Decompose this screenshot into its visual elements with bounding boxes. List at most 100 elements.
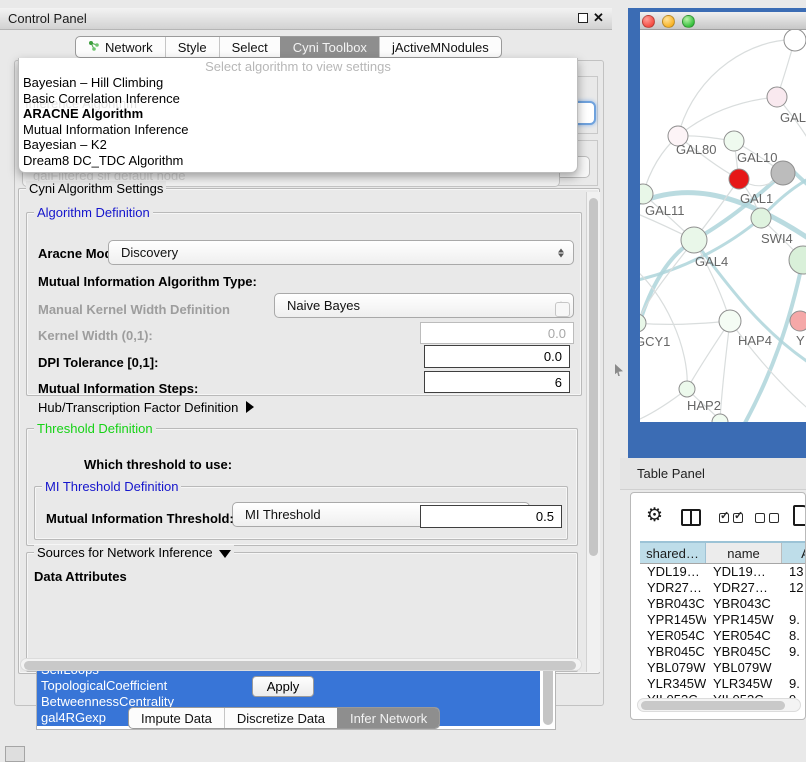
tab-cyni-toolbox[interactable]: Cyni Toolbox <box>280 37 379 57</box>
table-cell: YLR345W <box>640 676 706 692</box>
tab-impute-data[interactable]: Impute Data <box>129 708 224 728</box>
dropdown-item[interactable]: Bayesian – Hill Climbing <box>19 75 577 91</box>
float-window-icon[interactable] <box>578 13 588 23</box>
network-node-label: GCY1 <box>640 334 670 349</box>
table-cell: YER054C <box>706 628 782 644</box>
network-node[interactable] <box>784 30 806 51</box>
settings-horizontal-scrollbar[interactable] <box>20 658 582 671</box>
aracne-mode-select[interactable]: Discovery <box>108 240 574 265</box>
manual-kernel-checkbox[interactable] <box>555 302 570 317</box>
mi-threshold-field[interactable]: 0.5 <box>420 505 562 528</box>
unchecked-box-icon <box>769 513 779 523</box>
table-row[interactable]: YBR045CYBR045C9. <box>640 644 806 660</box>
table-row[interactable]: YBL079WYBL079W <box>640 660 806 676</box>
network-window-titlebar[interactable] <box>640 12 806 30</box>
column-header[interactable]: name <box>706 543 782 563</box>
network-node[interactable] <box>751 208 771 228</box>
mi-algorithm-type-select[interactable]: Naive Bayes <box>274 293 574 318</box>
network-edge <box>720 321 730 420</box>
dpi-tolerance-label: DPI Tolerance [0,1]: <box>38 355 158 370</box>
tab-discretize-data[interactable]: Discretize Data <box>224 708 337 728</box>
aracne-mode-value: Discovery <box>121 245 178 260</box>
tab-infer-network[interactable]: Infer Network <box>337 708 439 728</box>
close-icon[interactable]: ✕ <box>593 10 604 26</box>
table-cell: 9. <box>782 644 806 660</box>
table-cell: YDR27… <box>640 580 706 596</box>
ghost-inference-label: Inference Algorithm <box>25 96 137 111</box>
tab-select[interactable]: Select <box>219 37 280 57</box>
table-panel: ⚙ shared…nameA YDL19…YDL19…13YDR27…YDR27… <box>630 492 806 720</box>
control-panel-titlebar: Control Panel ✕ <box>0 8 612 30</box>
table-panel-title: Table Panel <box>637 466 705 481</box>
dropdown-item[interactable]: Dream8 DC_TDC Algorithm <box>19 153 577 169</box>
document-icon[interactable] <box>793 505 806 526</box>
network-node[interactable] <box>640 314 646 332</box>
table-cell: YLR345W <box>706 676 782 692</box>
algorithm-dropdown-popup: Select algorithm to view settings Bayesi… <box>18 58 578 173</box>
network-node[interactable] <box>681 227 707 253</box>
table-cell: YBL079W <box>706 660 782 676</box>
tab-label: Infer Network <box>350 711 427 726</box>
column-layout-icon[interactable] <box>681 509 701 526</box>
list-vertical-scrollbar[interactable] <box>543 665 553 725</box>
unchecked-box-icon <box>755 513 765 523</box>
manual-kernel-label: Manual Kernel Width Definition <box>38 302 230 317</box>
network-node[interactable] <box>729 169 749 189</box>
table-cell: YPR145W <box>640 612 706 628</box>
network-node[interactable] <box>724 131 744 151</box>
mi-steps-field[interactable]: 6 <box>424 371 570 393</box>
mi-type-label: Mutual Information Algorithm Type: <box>38 274 257 289</box>
network-canvas[interactable]: GALGAL80GAL10GAL1GAL11SWI4GAL4GCY1HAP4YH… <box>640 30 806 422</box>
table-cell: 8. <box>782 628 806 644</box>
table-panel-header: Table Panel <box>620 458 806 490</box>
collapse-down-icon <box>219 550 231 558</box>
algorithm-dropdown-list: Bayesian – Hill ClimbingBasic Correlatio… <box>19 75 577 168</box>
dropdown-item[interactable]: Bayesian – K2 <box>19 137 577 153</box>
column-header[interactable]: shared… <box>640 543 706 563</box>
table-row[interactable]: YLR345WYLR345W9. <box>640 676 806 692</box>
tab-style[interactable]: Style <box>165 37 219 57</box>
apply-button[interactable]: Apply <box>252 676 314 697</box>
minimized-panel-icon[interactable] <box>5 746 25 762</box>
mi-steps-value: 6 <box>555 375 562 390</box>
select-all-columns-button[interactable] <box>719 513 743 523</box>
algorithm-definition-title: Algorithm Definition <box>34 205 153 220</box>
network-node[interactable] <box>789 246 806 274</box>
mouse-cursor <box>615 364 623 376</box>
data-attributes-label: Data Attributes <box>34 569 127 584</box>
table-row[interactable]: YER054CYER054C8. <box>640 628 806 644</box>
settings-vertical-scrollbar[interactable] <box>586 192 600 672</box>
tab-label: Select <box>232 40 268 55</box>
dropdown-item[interactable]: Mutual Information Inference <box>19 122 577 138</box>
network-node[interactable] <box>771 161 795 185</box>
table-cell: YBR043C <box>640 596 706 612</box>
hub-definition-expander[interactable]: Hub/Transcription Factor Definition <box>38 400 254 415</box>
checked-box-icon <box>733 513 743 523</box>
table-row[interactable]: YBR043CYBR043C <box>640 596 806 612</box>
table-horizontal-scrollbar[interactable] <box>637 698 801 712</box>
maximize-traffic-light[interactable] <box>682 15 695 28</box>
table-settings-button[interactable]: ⚙ <box>646 506 663 526</box>
column-header[interactable]: A <box>782 543 806 563</box>
table-row[interactable]: YDL19…YDL19…13 <box>640 564 806 580</box>
close-traffic-light[interactable] <box>642 15 655 28</box>
tab-jactivemnodules[interactable]: jActiveMNodules <box>379 37 501 57</box>
table-row[interactable]: YPR145WYPR145W9. <box>640 612 806 628</box>
threshold-definition-title: Threshold Definition <box>34 421 156 436</box>
tab-label: Style <box>178 40 207 55</box>
network-node[interactable] <box>719 310 741 332</box>
dpi-tolerance-field[interactable]: 0.0 <box>424 345 570 368</box>
bottom-tabbar: Impute Data Discretize Data Infer Networ… <box>128 707 440 729</box>
deselect-all-columns-button[interactable] <box>755 513 779 523</box>
network-node[interactable] <box>767 87 787 107</box>
network-node[interactable] <box>790 311 806 331</box>
network-node[interactable] <box>679 381 695 397</box>
network-edge <box>640 389 687 422</box>
apply-button-label: Apply <box>267 679 300 694</box>
sources-group-title[interactable]: Sources for Network Inference <box>34 545 234 560</box>
tab-network[interactable]: Network <box>76 37 165 57</box>
kernel-width-field[interactable]: 0.0 <box>420 322 574 344</box>
minimize-traffic-light[interactable] <box>662 15 675 28</box>
table-header-row: shared…nameA <box>640 541 806 564</box>
table-row[interactable]: YDR27…YDR27…12 <box>640 580 806 596</box>
